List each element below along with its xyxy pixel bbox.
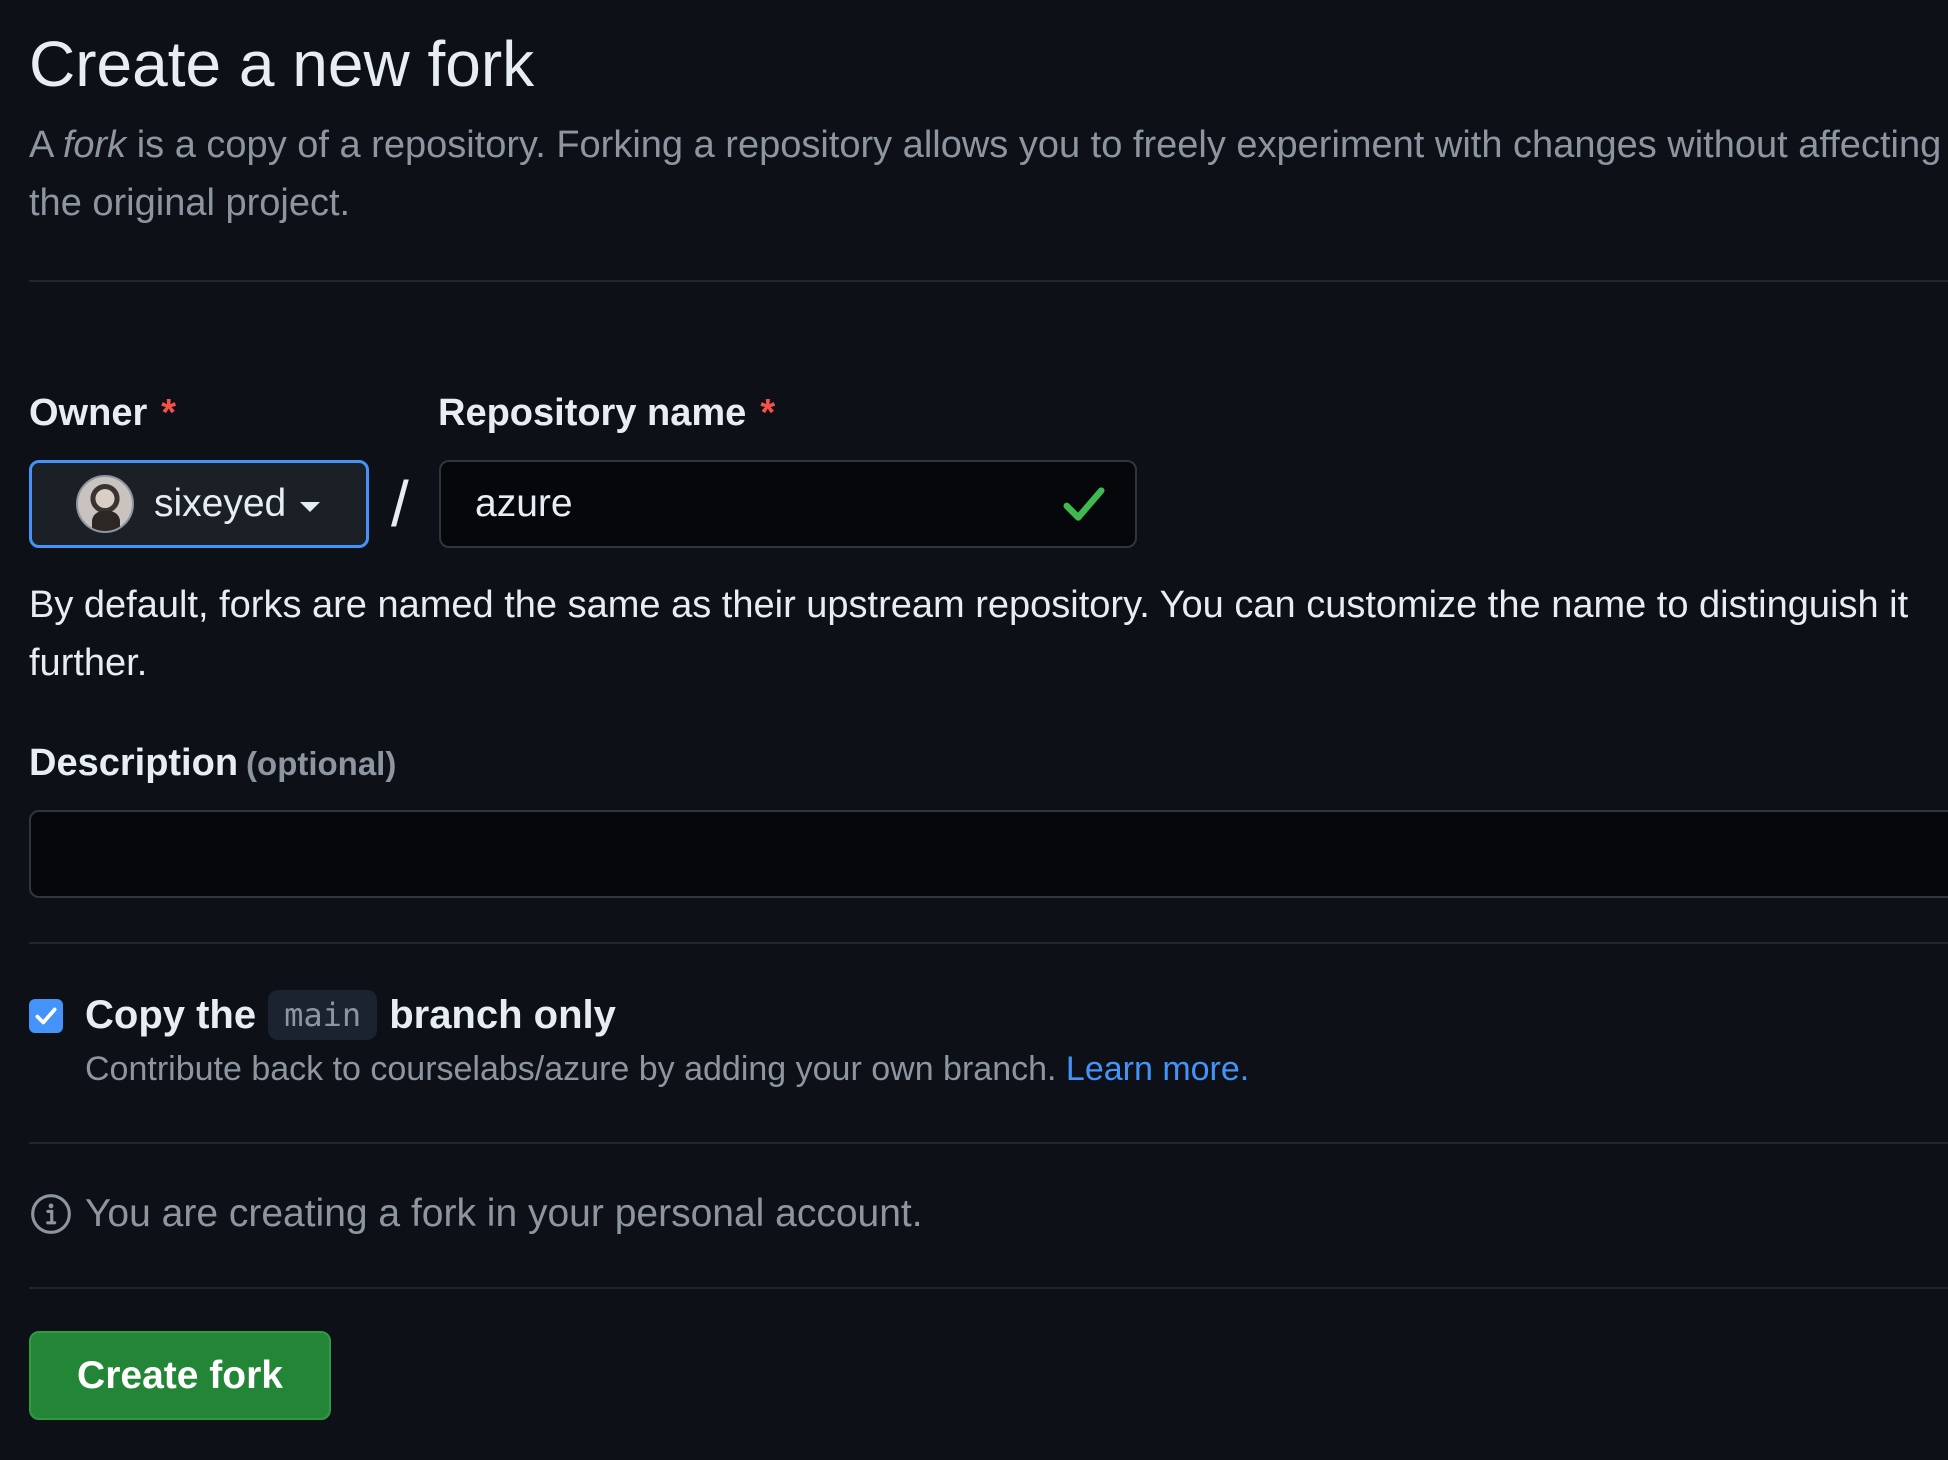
divider <box>29 280 1948 282</box>
learn-more-link[interactable]: Learn more. <box>1066 1050 1249 1088</box>
copy-branch-label-before: Copy the <box>85 992 257 1037</box>
repository-name-value[interactable]: azure <box>475 482 1061 526</box>
owner-repo-separator: / <box>391 468 409 540</box>
divider <box>29 1287 1948 1289</box>
repository-name-helper: By default, forks are named the same as … <box>29 584 1909 684</box>
page-subtitle: A fork is a copy of a repository. Forkin… <box>29 116 1948 232</box>
owner-label-text: Owner <box>29 392 148 434</box>
copy-main-branch-checkbox[interactable] <box>29 999 63 1033</box>
branch-name-code: main <box>268 990 378 1040</box>
description-label: Description (optional) <box>29 742 396 785</box>
description-optional: (optional) <box>246 745 397 782</box>
repository-required-mark: * <box>760 392 776 434</box>
avatar <box>76 475 134 533</box>
owner-select-button[interactable]: sixeyed <box>29 460 369 548</box>
owner-name: sixeyed <box>154 482 287 525</box>
owner-required-mark: * <box>161 392 177 434</box>
subtitle-prefix: A <box>29 124 63 166</box>
owner-label: Owner * <box>29 392 176 435</box>
create-fork-button[interactable]: Create fork <box>29 1331 331 1420</box>
page-title: Create a new fork <box>29 28 535 100</box>
divider <box>29 942 1948 944</box>
description-label-text: Description <box>29 742 239 784</box>
chevron-down-icon <box>300 502 321 512</box>
subtitle-emphasis: fork <box>62 124 127 166</box>
copy-branch-label-after: branch only <box>389 992 616 1037</box>
check-icon <box>1063 487 1105 521</box>
copy-branch-label[interactable]: Copy the main branch only <box>85 990 616 1040</box>
copy-branch-help-text: Contribute back to courselabs/azure by a… <box>85 1050 1057 1088</box>
personal-account-notice: You are creating a fork in your personal… <box>29 1192 923 1236</box>
divider <box>29 1142 1948 1144</box>
repository-name-label-text: Repository name <box>438 392 747 434</box>
personal-account-text: You are creating a fork in your personal… <box>85 1192 923 1235</box>
repository-name-label: Repository name * <box>438 392 775 435</box>
subtitle-text: is a copy of a repository. Forking a rep… <box>29 124 1942 224</box>
repository-name-input[interactable]: azure <box>439 460 1137 548</box>
description-input[interactable] <box>29 810 1948 898</box>
copy-branch-help: Contribute back to courselabs/azure by a… <box>85 1050 1249 1089</box>
info-icon <box>31 1194 71 1234</box>
checkmark-icon <box>35 1007 57 1025</box>
